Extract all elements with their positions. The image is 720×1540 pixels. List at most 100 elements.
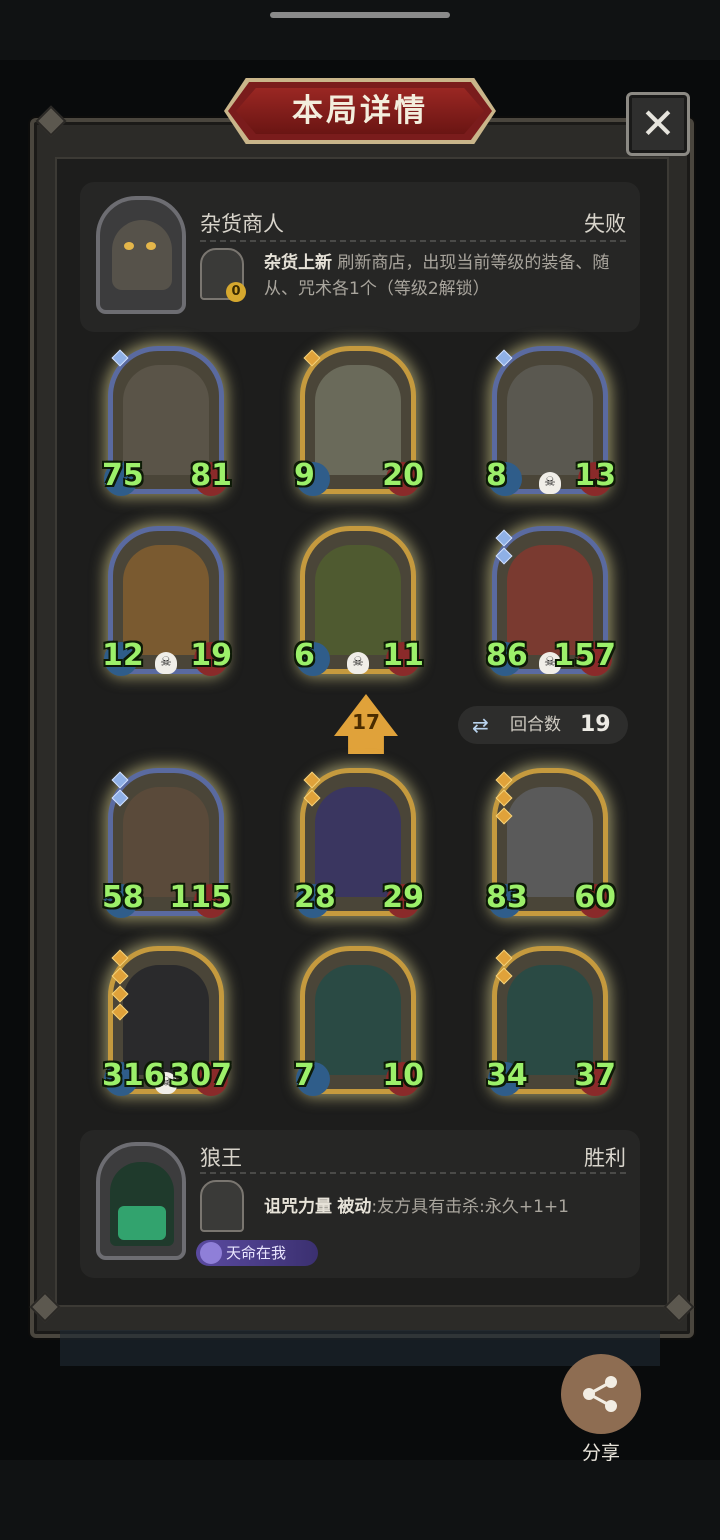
gem-icon [303,349,321,367]
gem-icon [495,789,513,807]
player-name: 狼王 [200,1146,242,1170]
gem-icon [111,949,129,967]
minion-card[interactable]: 75 81 [102,346,232,496]
minion-star-gems [495,529,513,568]
gem-icon [495,529,513,547]
minion-star-gems [495,349,513,370]
minion-attack: 6 [294,638,315,673]
round-value: 19 [580,712,611,737]
minion-attack: 28 [294,880,336,915]
round-counter: ⇄ 回合数 19 [458,706,628,744]
dialog-title: 本局详情 [292,93,428,129]
hero-skill-type: 被动 [337,1197,372,1217]
hero-skill-description: 杂货上新 刷新商店，出现当前等级的装备、随从、咒术各1个（等级2解锁） [264,250,616,302]
hero-skill-text: :友方具有击杀:永久+1+1 [371,1197,569,1217]
gem-icon [495,807,513,825]
minion-card[interactable]: ☠ 86 157 [486,526,616,676]
close-icon: ✕ [640,99,676,148]
minion-card[interactable]: ☠ 8 13 [486,346,616,496]
gem-icon [111,349,129,367]
destiny-label: 天命在我 [226,1244,287,1262]
round-swap-icon: ⇄ [472,713,489,737]
minion-card[interactable]: 28 29 [294,768,424,918]
gem-icon [495,967,513,985]
skull-icon: ☠ [347,652,369,674]
skull-icon: ☠ [539,472,561,494]
opponent-portrait-cat-merchant [96,196,186,314]
minion-attack: 8 [486,458,507,493]
destiny-badge[interactable]: 天命在我 [196,1240,318,1266]
gem-icon [495,949,513,967]
minion-card[interactable]: ☠ 12 19 [102,526,232,676]
minion-card[interactable]: ☠ 316 307 [102,946,232,1096]
minion-health: 81 [190,458,232,493]
minion-star-gems [111,349,129,370]
minion-attack: 12 [102,638,144,673]
minion-card[interactable]: ☠ 6 11 [294,526,424,676]
minion-star-gems [495,771,513,828]
minion-attack: 316 [102,1058,165,1093]
gem-icon [495,771,513,789]
divider [200,1172,626,1174]
hero-skill-description: 诅咒力量 被动:友方具有击杀:永久+1+1 [264,1194,616,1220]
minion-health: 19 [190,638,232,673]
minion-attack: 9 [294,458,315,493]
skull-icon: ☠ [155,652,177,674]
close-button[interactable]: ✕ [626,92,690,156]
minion-health: 13 [574,458,616,493]
hero-skill-icon[interactable] [200,1180,244,1232]
minion-health: 307 [169,1058,232,1093]
minion-star-gems [111,949,129,1024]
minion-star-gems [303,771,321,810]
divider [200,240,626,242]
hero-skill-name: 杂货上新 [264,253,332,273]
gem-icon [495,349,513,367]
player-portrait-wolf-king [96,1142,186,1260]
minion-attack: 83 [486,880,528,915]
opponent-result: 失败 [584,212,626,236]
minion-health: 157 [553,638,616,673]
minion-health: 29 [382,880,424,915]
opponent-info-card: 杂货商人 失败 0 杂货上新 刷新商店，出现当前等级的装备、随从、咒术各1个（等… [80,182,640,332]
minion-star-gems [303,349,321,370]
minion-card[interactable]: 83 60 [486,768,616,918]
gem-icon [303,771,321,789]
minion-star-gems [111,771,129,810]
tier-value: 17 [352,710,380,734]
gem-icon [111,1003,129,1021]
status-bar-handle [270,12,450,18]
round-label: 回合数 [510,715,561,735]
gem-icon [111,771,129,789]
minion-attack: 58 [102,880,144,915]
minion-card[interactable]: 7 10 [294,946,424,1096]
share-icon [583,1376,617,1412]
background-card-row [60,1330,660,1366]
gem-icon [495,547,513,565]
coin-cost-badge: 0 [226,282,246,302]
minion-attack: 86 [486,638,528,673]
gem-icon [111,789,129,807]
minion-card[interactable]: 34 37 [486,946,616,1096]
minion-star-gems [495,949,513,988]
minion-attack: 34 [486,1058,528,1093]
gem-icon [111,985,129,1003]
minion-card[interactable]: 58 115 [102,768,232,918]
minion-health: 60 [574,880,616,915]
minion-attack: 7 [294,1058,315,1093]
share-label: 分享 [581,1442,620,1464]
minion-health: 115 [169,880,232,915]
minion-health: 11 [382,638,424,673]
gem-icon [111,967,129,985]
player-info-card: 狼王 胜利 诅咒力量 被动:友方具有击杀:永久+1+1 天命在我 [80,1130,640,1278]
trophy-icon [200,1242,222,1264]
minion-attack: 75 [102,458,144,493]
tavern-tier-badge: 17 [334,694,398,754]
hero-skill-name: 诅咒力量 [264,1197,332,1217]
player-result: 胜利 [584,1146,626,1170]
minion-health: 20 [382,458,424,493]
minion-card[interactable]: 9 20 [294,346,424,496]
minion-health: 37 [574,1058,616,1093]
gem-icon [303,789,321,807]
share-button[interactable] [561,1354,641,1434]
minion-health: 10 [382,1058,424,1093]
